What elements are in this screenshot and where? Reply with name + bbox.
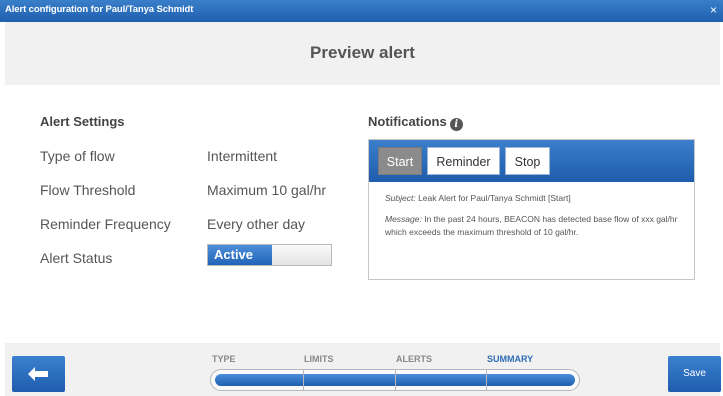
progress-divider	[486, 369, 487, 391]
message-label: Message:	[385, 214, 422, 224]
arrow-left-icon	[28, 367, 48, 381]
progress-divider	[395, 369, 396, 391]
notification-subject: Subject: Leak Alert for Paul/Tanya Schmi…	[385, 192, 685, 205]
tab-start[interactable]: Start	[378, 147, 422, 175]
step-limits: LIMITS	[304, 354, 334, 364]
notification-message: Message: In the past 24 hours, BEACON ha…	[385, 213, 685, 239]
type-of-flow-label: Type of flow	[40, 148, 115, 164]
reminder-frequency-label: Reminder Frequency	[40, 216, 171, 232]
message-text: In the past 24 hours, BEACON has detecte…	[385, 214, 678, 237]
title-bar: Alert configuration for Paul/Tanya Schmi…	[0, 0, 723, 22]
tab-stop[interactable]: Stop	[505, 147, 550, 175]
step-summary: SUMMARY	[487, 354, 534, 364]
subject-text: Leak Alert for Paul/Tanya Schmidt [Start…	[415, 193, 571, 203]
window-title: Alert configuration for Paul/Tanya Schmi…	[5, 4, 194, 15]
flow-threshold-label: Flow Threshold	[40, 182, 136, 198]
page-title: Preview alert	[310, 43, 415, 62]
progress-divider	[303, 369, 304, 391]
notification-tabs: Start Reminder Stop	[369, 140, 694, 182]
flow-threshold-value: Maximum 10 gal/hr	[207, 182, 327, 198]
page-header: Preview alert	[5, 22, 720, 85]
subject-label: Subject:	[385, 193, 416, 203]
alert-status-label: Alert Status	[40, 250, 113, 266]
notifications-title-text: Notifications	[368, 114, 447, 129]
notifications-title: Notifications i	[368, 114, 463, 131]
type-of-flow-value: Intermittent	[207, 148, 278, 164]
toggle-on-state: Active	[208, 245, 272, 265]
info-icon[interactable]: i	[449, 118, 463, 131]
notification-message-body: Subject: Leak Alert for Paul/Tanya Schmi…	[385, 192, 685, 239]
notification-preview-panel: Start Reminder Stop Subject: Leak Alert …	[368, 139, 695, 280]
tab-reminder[interactable]: Reminder	[427, 147, 500, 175]
step-alerts: ALERTS	[396, 354, 432, 364]
save-button[interactable]: Save	[668, 356, 721, 392]
alert-settings-title: Alert Settings	[40, 114, 125, 129]
close-icon[interactable]: ×	[710, 3, 717, 17]
alert-status-toggle[interactable]: Active	[207, 244, 332, 266]
step-type: TYPE	[212, 354, 236, 364]
back-button[interactable]	[12, 356, 65, 392]
reminder-frequency-value: Every other day	[207, 216, 306, 232]
